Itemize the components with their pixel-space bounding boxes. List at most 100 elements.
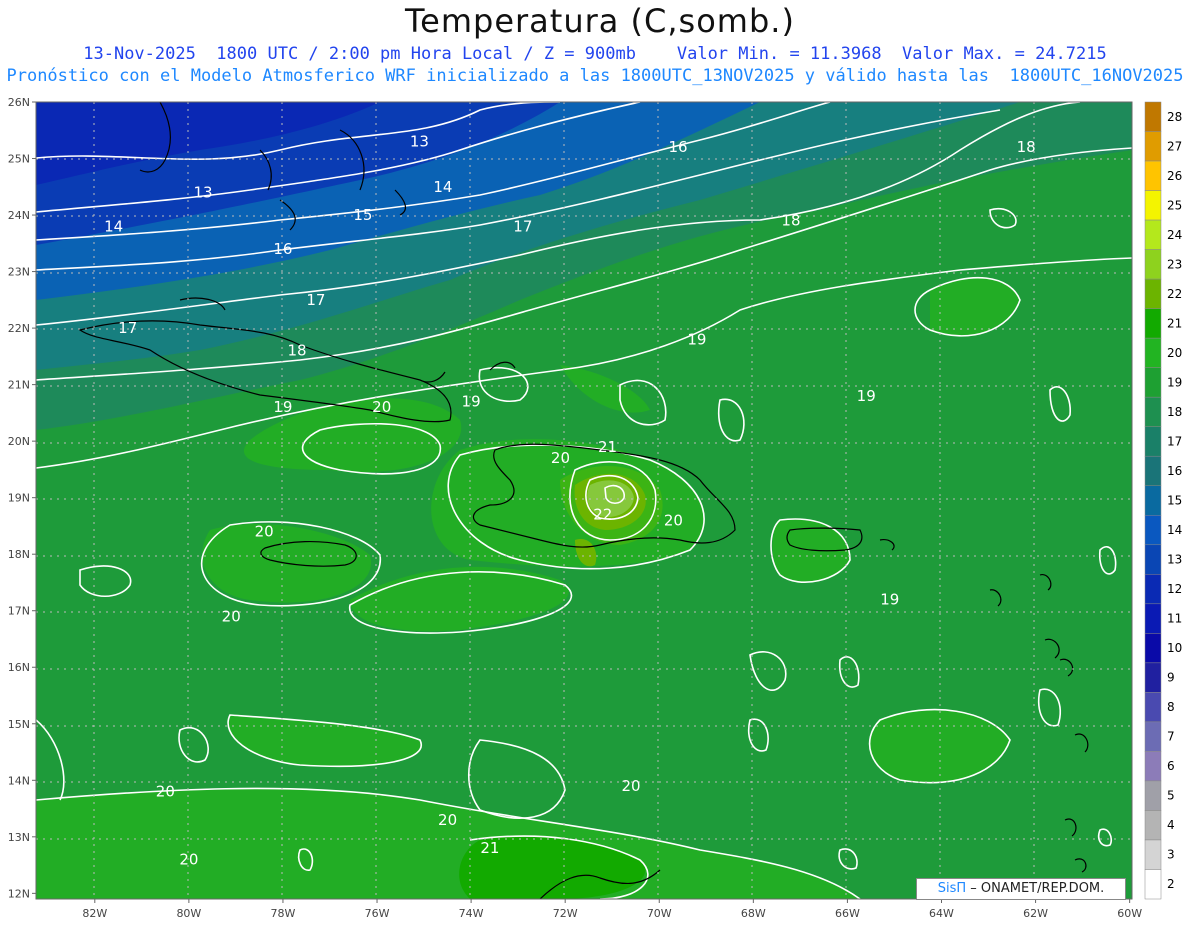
contour-label: 20 bbox=[372, 398, 391, 416]
colorbar-swatch bbox=[1144, 367, 1162, 398]
colorbar-swatch bbox=[1144, 662, 1162, 693]
colorbar-swatch bbox=[1144, 131, 1162, 162]
colorbar-swatch bbox=[1144, 455, 1162, 486]
colorbar-swatch bbox=[1144, 574, 1162, 605]
colorbar-label: 24 bbox=[1167, 228, 1182, 242]
lat-label: 13N bbox=[8, 831, 30, 844]
colorbar-swatch bbox=[1144, 544, 1162, 575]
contour-label: 19 bbox=[687, 330, 706, 348]
colorbar-label: 23 bbox=[1167, 257, 1182, 271]
colorbar-label: 14 bbox=[1167, 523, 1182, 537]
temperature-map: 13 13 14 14 15 16 16 17 17 17 18 18 18 19 19 19 19 19 20 20… bbox=[8, 96, 1183, 920]
colorbar-label: 11 bbox=[1167, 612, 1182, 626]
lat-label: 16N bbox=[8, 661, 30, 674]
colorbar-label: 8 bbox=[1167, 700, 1175, 714]
lat-label: 15N bbox=[8, 718, 30, 731]
lon-label: 82W bbox=[82, 907, 107, 920]
contour-label: 19 bbox=[273, 398, 292, 416]
contour-label: 17 bbox=[306, 291, 325, 309]
contour-label: 14 bbox=[433, 178, 452, 196]
lat-label: 24N bbox=[8, 209, 30, 222]
contour-label: 18 bbox=[1017, 138, 1036, 156]
contour-label: 20 bbox=[179, 850, 198, 868]
colorbar-label: 18 bbox=[1167, 405, 1182, 419]
lon-label: 72W bbox=[553, 907, 578, 920]
colorbar-label: 28 bbox=[1167, 110, 1182, 124]
lon-label: 60W bbox=[1117, 907, 1142, 920]
colorbar-label: 27 bbox=[1167, 139, 1182, 153]
lon-label: 76W bbox=[365, 907, 390, 920]
lon-label: 74W bbox=[459, 907, 484, 920]
contour-label: 20 bbox=[551, 449, 570, 467]
colorbar-swatch bbox=[1144, 603, 1162, 634]
colorbar-label: 16 bbox=[1167, 464, 1182, 478]
lon-label: 62W bbox=[1023, 907, 1048, 920]
contour-label: 13 bbox=[410, 133, 429, 151]
contour-label: 19 bbox=[462, 393, 481, 411]
colorbar-swatch bbox=[1144, 337, 1162, 368]
latitude-labels: 26N 25N 24N 23N 22N 21N 20N 19N 18N 17N 16N 15N 14N 1… bbox=[8, 96, 36, 900]
lon-label: 68W bbox=[741, 907, 766, 920]
colorbar-label: 22 bbox=[1167, 287, 1182, 301]
contour-label: 19 bbox=[857, 387, 876, 405]
colorbar-label: 6 bbox=[1167, 759, 1175, 773]
contour-label: 16 bbox=[669, 138, 688, 156]
colorbar-swatch bbox=[1144, 751, 1162, 782]
contour-label: 18 bbox=[781, 212, 800, 230]
colorbar-swatch bbox=[1144, 721, 1162, 752]
colorbar-swatch bbox=[1144, 515, 1162, 546]
colorbar-swatch bbox=[1144, 780, 1162, 811]
lat-label: 19N bbox=[8, 492, 30, 505]
contour-label: 20 bbox=[222, 607, 241, 625]
contour-label: 17 bbox=[118, 319, 137, 337]
contour-label: 20 bbox=[156, 783, 175, 801]
credit-box: SisΠ – ONAMET/REP.DOM. bbox=[916, 878, 1126, 900]
contour-label: 20 bbox=[255, 523, 274, 541]
contour-label: 18 bbox=[288, 342, 307, 360]
colorbar-label: 13 bbox=[1167, 553, 1182, 567]
colorbar-label: 19 bbox=[1167, 375, 1182, 389]
lat-label: 25N bbox=[8, 153, 30, 166]
contour-label: 22 bbox=[593, 506, 612, 524]
contour-label: 15 bbox=[353, 206, 372, 224]
lon-label: 64W bbox=[929, 907, 954, 920]
contour-label: 21 bbox=[598, 438, 617, 456]
colorbar-swatch bbox=[1144, 278, 1162, 309]
colorbar-label: 10 bbox=[1167, 641, 1182, 655]
lon-label: 66W bbox=[835, 907, 860, 920]
colorbar-label: 26 bbox=[1167, 169, 1182, 183]
colorbar-label: 7 bbox=[1167, 730, 1175, 744]
lat-label: 21N bbox=[8, 379, 30, 392]
lon-label: 78W bbox=[271, 907, 296, 920]
colorbar-label: 25 bbox=[1167, 198, 1182, 212]
colorbar-swatch bbox=[1144, 249, 1162, 280]
lon-label: 80W bbox=[176, 907, 201, 920]
lat-label: 23N bbox=[8, 266, 30, 279]
colorbar-swatch bbox=[1144, 839, 1162, 870]
colorbar: 2827262524232221201918171615141312111098… bbox=[1144, 101, 1182, 900]
colorbar-label: 5 bbox=[1167, 789, 1175, 803]
colorbar-label: 12 bbox=[1167, 582, 1182, 596]
colorbar-label: 2 bbox=[1167, 877, 1175, 891]
colorbar-swatch bbox=[1144, 633, 1162, 664]
contour-label: 20 bbox=[438, 811, 457, 829]
colorbar-label: 9 bbox=[1167, 671, 1175, 685]
colorbar-label: 20 bbox=[1167, 346, 1182, 360]
contour-label: 19 bbox=[880, 590, 899, 608]
lat-label: 26N bbox=[8, 96, 30, 109]
colorbar-label: 21 bbox=[1167, 316, 1182, 330]
credit-text: – ONAMET/REP.DOM. bbox=[966, 881, 1105, 896]
contour-label: 17 bbox=[513, 217, 532, 235]
credit-brand: SisΠ bbox=[937, 881, 967, 896]
lat-label: 14N bbox=[8, 774, 30, 787]
temperature-field bbox=[36, 102, 1132, 899]
colorbar-swatch bbox=[1144, 101, 1162, 132]
colorbar-swatch bbox=[1144, 869, 1162, 900]
contour-label: 13 bbox=[193, 183, 212, 201]
contour-label: 16 bbox=[273, 240, 292, 258]
colorbar-swatch bbox=[1144, 160, 1162, 191]
colorbar-label: 3 bbox=[1167, 848, 1175, 862]
longitude-labels: 82W 80W 78W 76W 74W 72W 70W 68W 66W 64W 62W 60W bbox=[82, 899, 1142, 920]
colorbar-swatch bbox=[1144, 219, 1162, 250]
colorbar-swatch bbox=[1144, 810, 1162, 841]
